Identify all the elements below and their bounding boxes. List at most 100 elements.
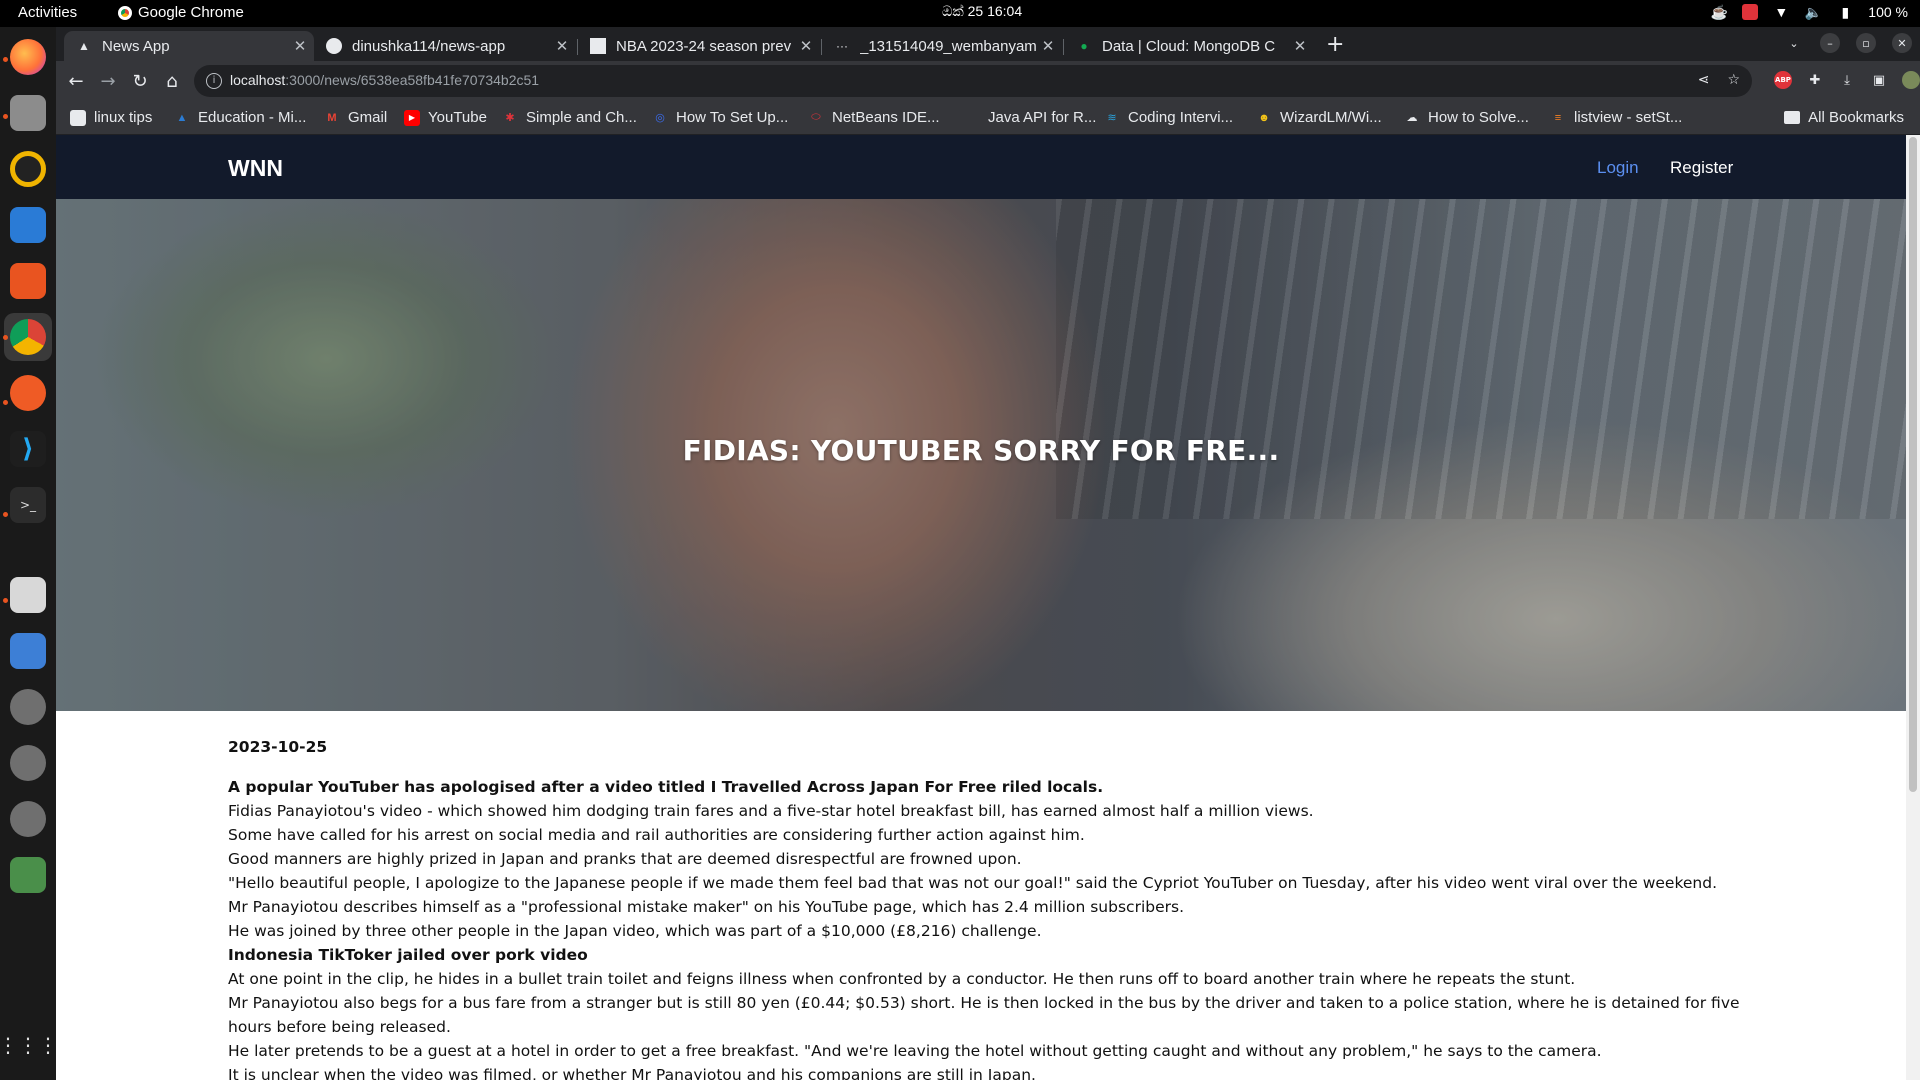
extensions-icon[interactable]: ✚ [1806,71,1824,89]
image-icon: ··· [836,39,848,53]
stackoverflow-icon: ≡ [1554,111,1562,124]
close-icon[interactable]: ✕ [1290,37,1310,55]
close-icon[interactable]: ✕ [796,37,816,55]
minimize-button[interactable]: – [1820,33,1840,53]
article-paragraph: He later pretends to be a guest at a hot… [228,1042,1602,1060]
trash-icon[interactable] [10,857,46,893]
caffeine-icon[interactable]: ☕ [1710,3,1728,21]
bookmark-gmail[interactable]: M Gmail [324,109,387,126]
screen-record-icon[interactable] [1742,4,1759,20]
activities-button[interactable]: Activities [18,4,77,21]
system-tray[interactable]: ☕ ▼ 🔈 ▮ 100 % [1710,3,1908,21]
article-paragraph: Fidias Panayiotou's video - which showed… [228,802,1314,820]
bookmark-linux-tips[interactable]: linux tips [70,109,152,126]
github-icon [326,38,342,54]
bookmark-icon [70,109,86,126]
chrome-icon[interactable] [10,319,46,355]
article-subheading: A popular YouTuber has apologised after … [228,778,1104,796]
tab-nba[interactable]: NBA 2023-24 season prev ✕ [578,31,820,61]
profile-avatar[interactable] [1902,71,1920,89]
close-window-button[interactable]: ✕ [1892,33,1912,53]
running-indicator [3,400,8,405]
bookmark-coding-interview[interactable]: ≋ Coding Intervi... [1104,109,1233,126]
bookmark-java-api[interactable]: Java API for R... [964,109,1096,126]
close-icon[interactable]: ✕ [552,37,572,55]
bbc-icon [590,38,606,54]
download-icon[interactable]: ⤓ [1838,71,1856,89]
close-icon[interactable]: ✕ [1038,37,1058,55]
adblock-icon[interactable]: ABP [1774,71,1792,89]
running-indicator [3,57,8,62]
bookmark-education[interactable]: ▲ Education - Mi... [174,109,307,126]
terminal-icon[interactable]: >_ [10,487,46,523]
apps-grid-icon[interactable]: ⋮⋮⋮ [0,1027,58,1063]
bookmark-wizardlm[interactable]: ☻ WizardLM/Wi... [1256,109,1381,126]
tab-mongodb[interactable]: ● Data | Cloud: MongoDB C ✕ [1064,31,1314,61]
home-button[interactable]: ⌂ [160,69,184,93]
chrome-icon [118,5,132,20]
bookmark-listview[interactable]: ≡ listview - setSt... [1550,109,1683,126]
tab-news-app[interactable]: ▲ News App ✕ [64,31,314,61]
postman-icon[interactable] [10,375,46,411]
site-info-icon[interactable]: i [206,73,222,89]
url-text[interactable]: localhost:3000/news/6538ea58fb41fe70734b… [230,72,539,88]
gmail-icon: M [327,111,337,124]
running-indicator [3,335,8,340]
microsoft-icon: ▲ [176,111,188,124]
bookmarks-bar: linux tips ▲ Education - Mi... M Gmail ▶ Yo… [56,101,1920,135]
disk-icon[interactable] [10,745,46,781]
all-bookmarks-button[interactable]: All Bookmarks [1784,109,1904,126]
tab-github[interactable]: dinushka114/news-app ✕ [314,31,576,61]
hero-image: FIDIAS: YOUTUBER SORRY FOR FRE... [56,199,1906,711]
bookmark-youtube[interactable]: ▶ YouTube [404,109,487,126]
rhythmbox-icon[interactable] [10,151,46,187]
page-viewport: WNN Login Register FIDIAS: YOUTUBER SORR… [56,135,1906,1080]
system-top-bar: Activities Google Chrome ඔක් 25 16:04 ☕ … [0,0,1920,27]
bookmark-how-to-set-up[interactable]: ◎ How To Set Up... [652,109,788,126]
bookmark-icon [964,110,980,126]
new-tab-button[interactable]: + [1326,32,1344,57]
bookmark-how-to-solve[interactable]: ☁ How to Solve... [1404,109,1529,126]
forward-button[interactable]: → [96,69,120,93]
site-brand[interactable]: WNN [228,155,283,182]
tab-search-icon[interactable]: ⌄ [1784,33,1804,53]
app-menu[interactable]: Google Chrome [118,4,244,21]
disk-icon[interactable] [10,689,46,725]
react-icon: ▲ [78,39,90,53]
reload-button[interactable]: ↻ [128,69,152,93]
login-link[interactable]: Login [1597,158,1639,178]
site-navbar: WNN Login Register [56,135,1906,199]
tab-title: _131514049_wembanyam [860,37,1037,55]
close-icon[interactable]: ✕ [290,37,310,55]
register-link[interactable]: Register [1670,158,1733,178]
battery-icon: ▮ [1841,3,1850,20]
text-editor-icon[interactable] [10,633,46,669]
clock[interactable]: ඔක් 25 16:04 [942,3,1022,20]
back-button[interactable]: ← [64,69,88,93]
oracle-icon: ⬭ [811,111,821,123]
restore-button[interactable]: ▫ [1856,33,1876,53]
youtube-icon: ▶ [404,109,420,126]
volume-icon: 🔈 [1804,3,1823,20]
disk-icon[interactable] [10,801,46,837]
software-icon[interactable] [10,263,46,299]
tab-image[interactable]: ··· _131514049_wembanyam ✕ [822,31,1062,61]
address-bar[interactable]: i localhost:3000/news/6538ea58fb41fe7073… [194,65,1752,97]
scrollbar-thumb[interactable] [1909,137,1917,792]
bookmark-icon: ☁ [1406,112,1418,124]
app-menu-label: Google Chrome [138,4,244,21]
writer-icon[interactable] [10,207,46,243]
tab-title: Data | Cloud: MongoDB C [1102,37,1276,55]
page-scrollbar[interactable] [1906,135,1920,1080]
vscode-icon[interactable]: ⟩ [10,431,46,467]
article-paragraph: It is unclear when the video was filmed,… [228,1066,1036,1080]
bookmark-star-icon[interactable]: ☆ [1727,72,1740,88]
firefox-icon[interactable] [10,39,46,75]
bookmark-netbeans[interactable]: ⬭ NetBeans IDE... [808,109,939,126]
files-icon[interactable] [10,95,46,131]
side-panel-icon[interactable]: ▣ [1870,71,1888,89]
share-icon[interactable]: ⋖ [1698,72,1710,88]
bookmark-simple[interactable]: ✱ Simple and Ch... [502,109,637,126]
bookmark-icon: ✱ [505,112,515,124]
reader-icon[interactable] [10,577,46,613]
